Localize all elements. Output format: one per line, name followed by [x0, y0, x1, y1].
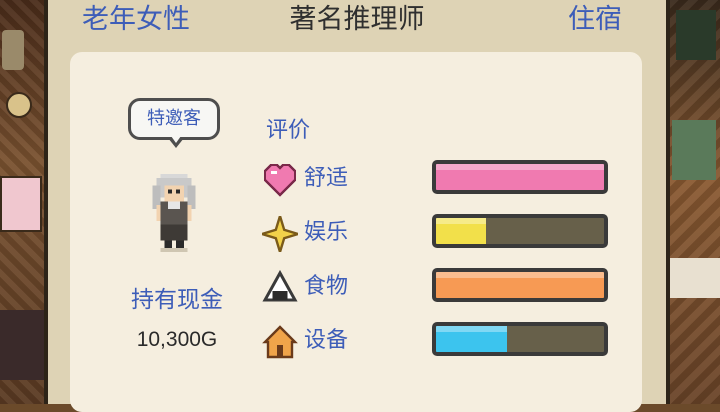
- plant-decoration: [672, 120, 716, 180]
- guest-details-card: 特邀客 持有现金 10,300G 评价 舒适 娱乐 食物 设备: [70, 52, 642, 412]
- rating-title: 评价: [266, 118, 311, 143]
- entertainment-bar-fill: [436, 218, 487, 244]
- cash-label: 持有现金: [131, 287, 223, 313]
- rice-ball-icon: [262, 270, 298, 302]
- rating-label-entertainment: 娱乐: [304, 220, 349, 245]
- rating-row-facilities: 设备: [262, 322, 622, 362]
- plant-decoration: [676, 10, 716, 60]
- facilities-bar-fill: [436, 326, 507, 352]
- food-bar-fill: [436, 272, 604, 298]
- special-guest-badge: 特邀客: [128, 98, 220, 140]
- comfort-bar: [432, 160, 608, 194]
- sign-decoration: [0, 176, 42, 232]
- floor-decoration: [0, 310, 44, 380]
- rating-row-comfort: 舒适: [262, 160, 622, 200]
- guest-avatar-icon[interactable]: [152, 174, 196, 252]
- game-scene-left: [0, 0, 50, 404]
- rating-label-food: 食物: [304, 274, 349, 299]
- shelf-decoration: [2, 30, 24, 70]
- rating-label-comfort: 舒适: [304, 166, 349, 191]
- entertainment-bar: [432, 214, 608, 248]
- guest-info-panel: 老年女性 著名推理师 住宿 特邀客 持有现金 10,300G 评价 舒适 娱乐 …: [44, 0, 670, 412]
- game-scene-right: [668, 0, 720, 404]
- cash-value: 10,300G: [136, 328, 218, 351]
- bed-decoration: [668, 258, 720, 298]
- food-bar: [432, 268, 608, 302]
- clock-decoration: [6, 92, 32, 118]
- rating-label-facilities: 设备: [304, 328, 349, 353]
- guest-header: 老年女性 著名推理师 住宿: [48, 0, 666, 44]
- stay-type: 住宿: [568, 4, 622, 35]
- rating-row-entertainment: 娱乐: [262, 214, 622, 254]
- facilities-bar: [432, 322, 608, 356]
- heart-icon: [263, 163, 297, 197]
- house-icon: [262, 325, 298, 359]
- sparkle-icon: [262, 216, 298, 252]
- comfort-bar-fill: [436, 164, 604, 190]
- badge-tail-inner: [171, 136, 181, 143]
- rating-row-food: 食物: [262, 268, 622, 308]
